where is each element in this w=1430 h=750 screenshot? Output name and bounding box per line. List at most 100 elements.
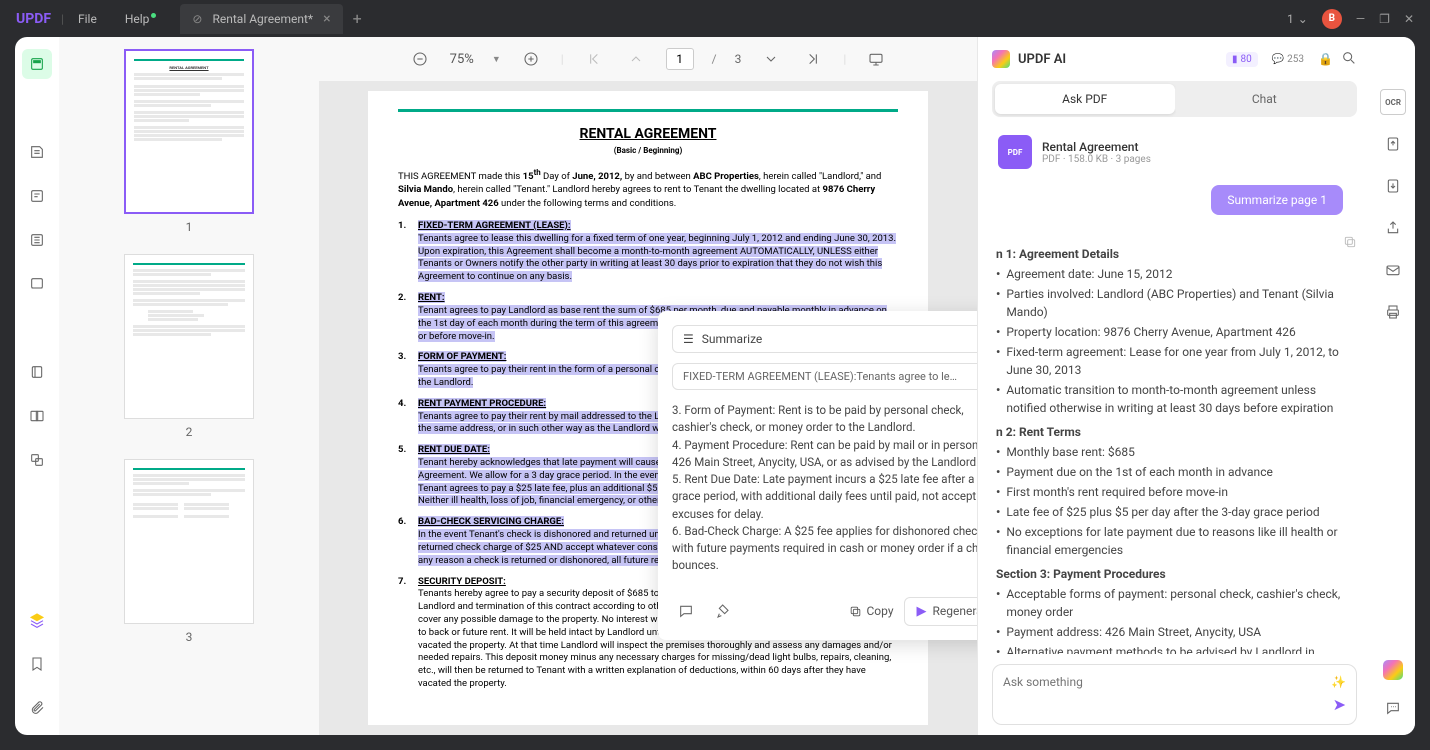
ai-panel: UPDF AI ▮80 💬253 🔒 Ask PDF Chat PDF Rent… (977, 37, 1371, 735)
tab-label: Rental Agreement* (212, 12, 313, 26)
ai-response: n 1: Agreement DetailsAgreement date: Ju… (978, 235, 1371, 654)
thumbnail-page-3[interactable] (124, 459, 254, 624)
doc-title: RENTAL AGREEMENT (398, 126, 898, 142)
document-tab[interactable]: ⊘ Rental Agreement* × (180, 4, 342, 34)
pdf-file-icon: PDF (998, 135, 1032, 169)
chevron-down-icon: ⌄ (1298, 12, 1308, 26)
app-logo: UPDF (6, 11, 61, 27)
section-heading: Section 3: Payment Procedures (996, 565, 1353, 583)
rail-comment-button[interactable] (22, 181, 52, 211)
thumbnail-page-1[interactable]: RENTAL AGREEMENT (124, 49, 254, 214)
rail-thumbnails-button[interactable] (22, 49, 52, 79)
rr-print-icon[interactable] (1380, 299, 1406, 325)
user-avatar[interactable]: B (1322, 9, 1342, 29)
rr-export-icon[interactable] (1380, 131, 1406, 157)
section-bullet: Property location: 9876 Cherry Avenue, A… (996, 323, 1353, 341)
maximize-icon[interactable]: ❐ (1379, 12, 1390, 26)
page-input[interactable] (666, 48, 694, 70)
close-icon[interactable]: ✕ (1404, 12, 1414, 26)
zoom-in-button[interactable] (519, 47, 543, 71)
section-bullet: Automatic transition to month-to-month a… (996, 381, 1353, 417)
document-area: 75% ▼ | / 3 | RENTAL AGREEMENT (Basic / … (319, 37, 977, 735)
thumb-1-label: 1 (71, 220, 307, 234)
menu-file[interactable]: File (64, 12, 111, 26)
section-bullet: Acceptable forms of payment: personal ch… (996, 585, 1353, 621)
doc-intro: THIS AGREEMENT made this 15th Day of Jun… (398, 167, 898, 210)
rail-tool-1[interactable] (22, 357, 52, 387)
send-icon[interactable]: ➤ (1333, 695, 1346, 714)
rr-convert-icon[interactable] (1380, 173, 1406, 199)
section-bullet: No exceptions for late payment due to re… (996, 523, 1353, 559)
popup-copy-button[interactable]: Copy (849, 604, 893, 618)
sparkle-icon[interactable]: ✨ (1331, 675, 1346, 689)
left-rail (15, 37, 59, 735)
popup-chat-icon[interactable] (672, 597, 700, 625)
rail-tool-3[interactable] (22, 445, 52, 475)
section-bullet: Payment due on the 1st of each month in … (996, 463, 1353, 481)
rail-bookmark-icon[interactable] (22, 649, 52, 679)
rail-attachment-icon[interactable] (22, 693, 52, 723)
doc-subtitle: (Basic / Beginning) (398, 146, 898, 155)
last-page-button[interactable] (801, 47, 825, 71)
page-total: 3 (735, 52, 742, 66)
list-icon: ☰ (683, 332, 694, 346)
rail-reader-button[interactable] (22, 137, 52, 167)
titlebar: UPDF | File Help ⊘ Rental Agreement* × +… (0, 0, 1430, 37)
rr-ocr-icon[interactable]: OCR (1380, 89, 1406, 115)
copy-response-icon[interactable] (1343, 235, 1357, 254)
presentation-button[interactable] (864, 47, 888, 71)
ai-text-input[interactable] (1003, 675, 1331, 689)
page-separator: / (712, 52, 717, 66)
popup-context-select[interactable]: FIXED-TERM AGREEMENT (LEASE):Tenants agr… (672, 363, 977, 390)
popup-body: 3. Form of Payment: Rent is to be paid b… (672, 402, 977, 575)
ai-input-box[interactable]: ✨ ➤ (992, 664, 1357, 725)
window-count-dropdown[interactable]: 1⌄ (1287, 12, 1308, 26)
section-heading: n 2: Rent Terms (996, 423, 1353, 441)
credit-badge-2[interactable]: 💬253 (1266, 52, 1310, 67)
section-bullet: Late fee of $25 plus $5 per day after th… (996, 503, 1353, 521)
rr-ai-icon[interactable] (1380, 657, 1406, 683)
section-bullet: Alternative payment methods to be advise… (996, 643, 1353, 654)
zoom-dropdown-icon[interactable]: ▼ (492, 54, 501, 65)
rail-organize-button[interactable] (22, 269, 52, 299)
summarize-page-button[interactable]: Summarize page 1 (1211, 185, 1343, 215)
rr-feedback-icon[interactable] (1380, 695, 1406, 721)
document-toolbar: 75% ▼ | / 3 | (319, 37, 977, 81)
popup-mode-select[interactable]: ☰ Summarize ▼ (672, 325, 977, 353)
section-bullet: Monthly base rent: $685 (996, 443, 1353, 461)
tab-close-icon[interactable]: × (323, 11, 330, 27)
file-chip[interactable]: PDF Rental Agreement PDF · 158.0 KB · 3 … (992, 129, 1357, 175)
add-tab-button[interactable]: + (343, 9, 372, 28)
tab-chat[interactable]: Chat (1175, 84, 1355, 114)
tab-ask-pdf[interactable]: Ask PDF (995, 84, 1175, 114)
thumbnail-page-2[interactable] (124, 254, 254, 419)
minimize-icon[interactable]: — (1356, 12, 1365, 26)
prev-page-button[interactable] (624, 47, 648, 71)
popup-highlight-icon[interactable] (710, 597, 738, 625)
tab-doc-icon: ⊘ (192, 12, 202, 26)
ai-logo-icon (992, 50, 1010, 68)
rail-edit-button[interactable] (22, 225, 52, 255)
section-bullet: Fixed-term agreement: Lease for one year… (996, 343, 1353, 379)
rail-tool-2[interactable] (22, 401, 52, 431)
thumbnail-panel: RENTAL AGREEMENT 1 2 (59, 37, 319, 735)
lock-icon[interactable]: 🔒 (1318, 52, 1333, 66)
section-bullet: Agreement date: June 15, 2012 (996, 265, 1353, 283)
thumb-3-label: 3 (71, 630, 307, 644)
play-icon: ▶ (917, 604, 927, 619)
ai-panel-title: UPDF AI (1018, 52, 1218, 67)
file-meta: PDF · 158.0 KB · 3 pages (1042, 154, 1151, 165)
next-page-button[interactable] (759, 47, 783, 71)
popup-regenerate-button[interactable]: ▶Regenerate (904, 597, 978, 626)
credit-badge-1[interactable]: ▮80 (1226, 52, 1258, 67)
pdf-page[interactable]: RENTAL AGREEMENT (Basic / Beginning) THI… (368, 91, 928, 725)
rr-share-icon[interactable] (1380, 215, 1406, 241)
ai-popup: ☰ Summarize ▼ FIXED-TERM AGREEMENT (LEAS… (658, 311, 977, 640)
search-icon[interactable] (1341, 50, 1357, 69)
section-bullet: Payment address: 426 Main Street, Anycit… (996, 623, 1353, 641)
rr-mail-icon[interactable] (1380, 257, 1406, 283)
menu-help[interactable]: Help (111, 12, 171, 26)
zoom-out-button[interactable] (408, 47, 432, 71)
first-page-button[interactable] (582, 47, 606, 71)
rail-layers-icon[interactable] (22, 605, 52, 635)
